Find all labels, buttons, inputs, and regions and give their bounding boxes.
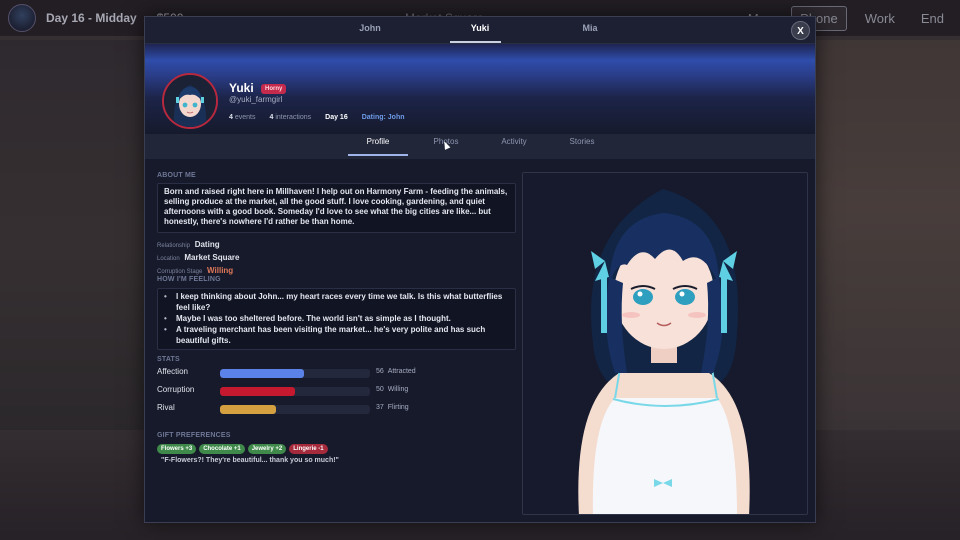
corruption-bar [220, 387, 370, 396]
character-picture [522, 172, 808, 515]
profile-summary: 4 events 4 interactions Day 16 Dating: J… [229, 114, 405, 121]
close-button[interactable]: X [791, 21, 810, 40]
profile-avatar[interactable] [162, 73, 218, 129]
feeling-item: • Maybe I was too sheltered before. The w… [164, 314, 451, 323]
mood-badge: Horny [261, 84, 287, 94]
interactions-summary: 4 interactions [269, 114, 312, 121]
relationship-value: Dating [194, 240, 220, 249]
about-text: Born and raised right here in Millhaven!… [157, 183, 516, 233]
location-value: Market Square [184, 253, 240, 262]
stat-affection: Affection 56 Attracted [157, 367, 416, 378]
relationship-row: Relationship Dating [157, 240, 220, 249]
info-rows: Relationship Dating Location Market Squa… [157, 239, 240, 278]
rival-bar [220, 405, 370, 414]
dating-status: Dating: John [361, 114, 405, 121]
avatar-portrait-image [164, 75, 216, 127]
feeling-item: • I keep thinking about John... my heart … [164, 292, 503, 312]
player-avatar[interactable] [8, 4, 36, 32]
end-button[interactable]: End [913, 7, 952, 30]
stats-title: STATS [157, 356, 180, 363]
stat-rival: Rival 37 Flirting [157, 403, 409, 414]
events-summary: 4 events [229, 114, 256, 121]
tab-mia[interactable]: Mia [535, 17, 645, 43]
location-row: Location Market Square [157, 253, 240, 262]
affection-bar [220, 369, 370, 378]
stat-bar-fill [220, 369, 304, 378]
profile-name: Yuki [229, 81, 254, 95]
profile-modal: John Yuki Mia X Yuki Horny @yuki_farmgir… [144, 16, 816, 523]
profile-handle: @yuki_farmgirl [229, 95, 283, 104]
tab-stories[interactable]: Stories [548, 134, 616, 159]
tab-yuki[interactable]: Yuki [425, 17, 535, 43]
gift-chip: Chocolate +1 [199, 444, 245, 454]
tab-profile[interactable]: Profile [344, 134, 412, 159]
gift-quote: "F-Flowers?! They're beautiful... thank … [161, 457, 339, 464]
gift-chip: Lingerie -1 [289, 444, 328, 454]
stat-bar-fill [220, 405, 276, 414]
feeling-list: • I keep thinking about John... my heart … [157, 288, 516, 350]
tab-john[interactable]: John [315, 17, 425, 43]
stat-bar-fill [220, 387, 295, 396]
corruption-stage-value: Willing [207, 266, 234, 275]
gift-title: GIFT PREFERENCES [157, 432, 231, 439]
work-button[interactable]: Work [857, 7, 903, 30]
feeling-item: • A traveling merchant has been visiting … [164, 325, 486, 345]
gift-chip: Flowers +3 [157, 444, 197, 454]
character-tabs: John Yuki Mia [145, 17, 815, 44]
gift-preferences: Flowers +3 Chocolate +1 Jewelry +2 Linge… [157, 444, 328, 454]
character-illustration [523, 173, 807, 514]
feeling-title: HOW I'M FEELING [157, 276, 221, 283]
stat-corruption: Corruption 50 Willing [157, 385, 409, 396]
tab-activity[interactable]: Activity [480, 134, 548, 159]
about-title: ABOUT ME [157, 172, 196, 179]
profile-sub-tabs: Profile Photos Activity Stories [145, 134, 815, 159]
profile-day: Day 16 [325, 114, 348, 121]
gift-chip: Jewelry +2 [247, 444, 287, 454]
day-time-label: Day 16 - Midday [46, 11, 137, 25]
